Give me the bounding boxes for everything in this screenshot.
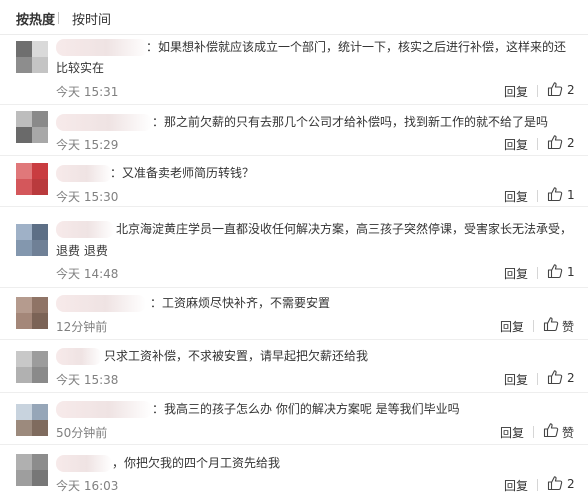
reply-button[interactable]: 回复 (504, 83, 528, 100)
like-count: 1 (567, 265, 575, 279)
comment-time: 50分钟前 (56, 426, 108, 440)
comment-text: ：那之前欠薪的只有去那几个公司才给补偿吗，找到新工作的就不给了是吗 (152, 115, 549, 129)
comment-item: ：那之前欠薪的只有去那几个公司才给补偿吗，找到新工作的就不给了是吗 今天 15:… (0, 105, 588, 156)
like-count: 2 (567, 371, 575, 385)
like-count: 1 (567, 188, 575, 202)
comment-text: ：如果想补偿就应该成立一个部门，统计一下，核实之后进行补偿，这样来的还 (146, 40, 567, 54)
comment-item: ，你把欠我的四个月工资先给我 今天 16:03 回复 2 (0, 445, 588, 496)
comment-text: ，你把欠我的四个月工资先给我 (112, 456, 281, 470)
reply-button[interactable]: 回复 (500, 318, 524, 335)
avatar[interactable] (16, 111, 48, 143)
comment-item: 只求工资补偿，不求被安置，请早起把欠薪还给我 今天 15:38 回复 2 (0, 340, 588, 393)
user-name-blurred[interactable] (56, 401, 152, 418)
action-divider (537, 85, 538, 97)
user-name-blurred[interactable] (56, 39, 148, 56)
action-divider (537, 267, 538, 279)
user-name-blurred[interactable] (56, 165, 112, 182)
avatar[interactable] (16, 163, 48, 195)
thumbs-up-icon[interactable] (543, 316, 559, 332)
avatar[interactable] (16, 41, 48, 73)
comment-text-continued: 退费 退费 (56, 244, 108, 258)
reply-button[interactable]: 回复 (500, 424, 524, 441)
comment-item: ：又准备卖老师简历转钱？ 今天 15:30 回复 1 (0, 156, 588, 207)
like-count: 赞 (562, 426, 575, 440)
user-name-blurred[interactable] (56, 348, 102, 365)
like-count: 赞 (562, 320, 575, 334)
comment-text: ：我高三的孩子怎么办 你们的解决方案呢 是等我们毕业吗 (152, 402, 460, 416)
user-name-blurred[interactable] (56, 114, 152, 131)
thumbs-up-icon[interactable] (547, 186, 563, 202)
like-count: 2 (567, 136, 575, 150)
action-divider (533, 426, 534, 438)
user-name-blurred[interactable] (56, 455, 112, 472)
comment-time: 今天 15:29 (56, 138, 119, 152)
comment-time: 今天 15:38 (56, 373, 119, 387)
sort-divider (58, 12, 59, 24)
reply-button[interactable]: 回复 (504, 136, 528, 153)
thumbs-up-icon[interactable] (547, 369, 563, 385)
action-divider (533, 320, 534, 332)
comment-text: ：工资麻烦尽快补齐，不需要安置 (150, 296, 331, 310)
thumbs-up-icon[interactable] (547, 134, 563, 150)
action-divider (537, 138, 538, 150)
thumbs-up-icon[interactable] (547, 81, 563, 97)
reply-button[interactable]: 回复 (504, 477, 528, 494)
avatar[interactable] (16, 224, 48, 256)
action-divider (537, 190, 538, 202)
sort-by-hot-tab[interactable]: 按热度 (16, 9, 55, 28)
comment-text: ：又准备卖老师简历转钱？ (110, 166, 255, 180)
comment-time: 今天 14:48 (56, 267, 119, 281)
comment-text: 北京海淀黄庄学员一直都没收任何解决方案，高三孩子突然停课，受害家长无法承受， (116, 222, 573, 236)
sort-by-time-tab[interactable]: 按时间 (72, 9, 111, 28)
sort-bar: 按热度 按时间 (0, 0, 588, 35)
comment-text: 只求工资补偿，不求被安置，请早起把欠薪还给我 (104, 349, 369, 363)
reply-button[interactable]: 回复 (504, 188, 528, 205)
avatar[interactable] (16, 297, 48, 329)
comment-item: ：如果想补偿就应该成立一个部门，统计一下，核实之后进行补偿，这样来的还 比较实在… (0, 34, 588, 105)
comment-time: 今天 15:30 (56, 190, 119, 204)
comment-time: 今天 15:31 (56, 85, 119, 99)
comment-item: ：我高三的孩子怎么办 你们的解决方案呢 是等我们毕业吗 50分钟前 回复 赞 (0, 393, 588, 445)
user-name-blurred[interactable] (56, 295, 146, 312)
reply-button[interactable]: 回复 (504, 265, 528, 282)
comment-time: 12分钟前 (56, 320, 108, 334)
action-divider (537, 479, 538, 491)
comment-text-continued: 比较实在 (56, 61, 105, 75)
like-count: 2 (567, 83, 575, 97)
avatar[interactable] (16, 351, 48, 383)
comment-time: 今天 16:03 (56, 479, 119, 493)
thumbs-up-icon[interactable] (543, 422, 559, 438)
reply-button[interactable]: 回复 (504, 371, 528, 388)
avatar[interactable] (16, 404, 48, 436)
like-count: 2 (567, 477, 575, 491)
action-divider (537, 373, 538, 385)
comment-item: ：工资麻烦尽快补齐，不需要安置 12分钟前 回复 赞 (0, 288, 588, 340)
thumbs-up-icon[interactable] (547, 475, 563, 491)
user-name-blurred[interactable] (56, 221, 114, 238)
avatar[interactable] (16, 454, 48, 486)
thumbs-up-icon[interactable] (547, 263, 563, 279)
comment-item: 北京海淀黄庄学员一直都没收任何解决方案，高三孩子突然停课，受害家长无法承受， 退… (0, 207, 588, 288)
